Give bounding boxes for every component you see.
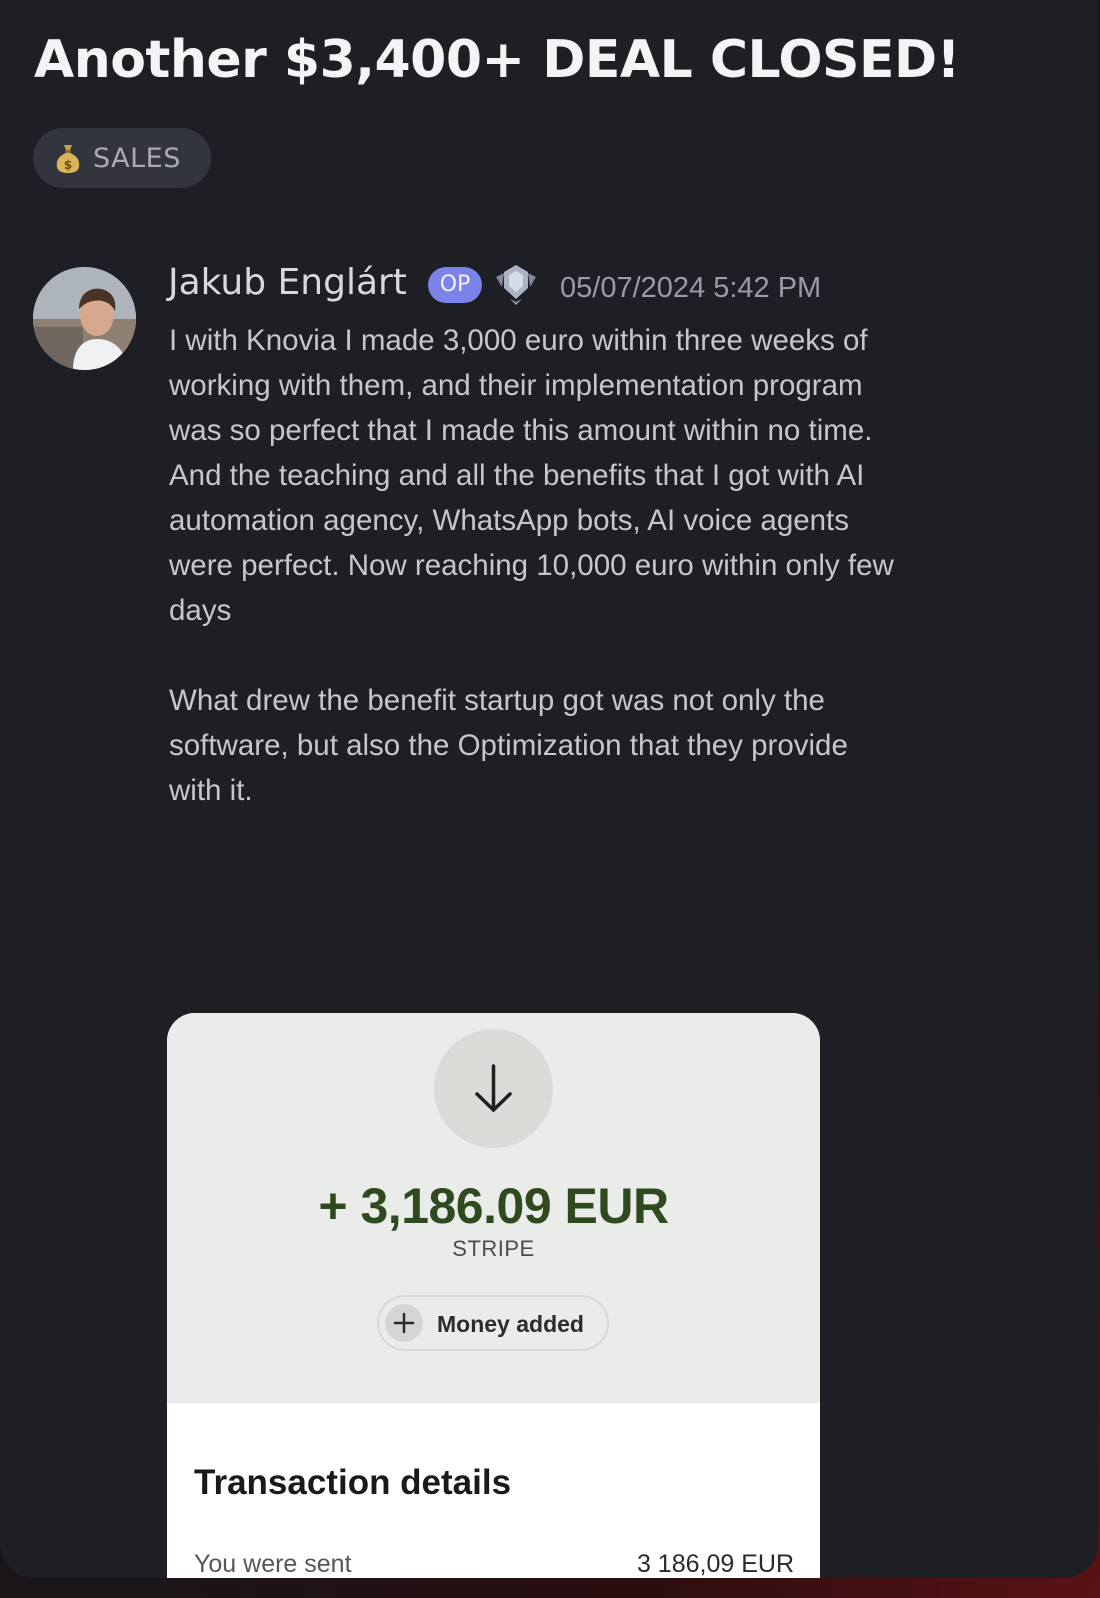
forum-thread-panel: Another $3,400+ DEAL CLOSED! $ SALES Jak…: [0, 0, 1098, 1578]
tag-sales[interactable]: $ SALES: [33, 128, 211, 188]
post-timestamp: 05/07/2024 5:42 PM: [560, 272, 822, 304]
money-added-label: Money added: [437, 1311, 584, 1337]
money-added-badge: Money added: [377, 1295, 609, 1351]
receipt-source: STRIPE: [452, 1236, 535, 1261]
svg-text:$: $: [64, 158, 72, 172]
message-body: I with Knovia I made 3,000 euro within t…: [169, 318, 969, 813]
detail-row-value: 3 186,09 EUR: [636, 1550, 794, 1578]
author-name[interactable]: Jakub Englárt: [168, 262, 407, 303]
detail-row-label: You were sent: [194, 1550, 352, 1578]
transaction-details-title: Transaction details: [194, 1463, 512, 1502]
message-paragraph: I with Knovia I made 3,000 euro within t…: [169, 324, 894, 627]
arrow-down-icon: [434, 1029, 553, 1148]
receipt-summary: + 3,186.09 EUR STRIPE Money added: [167, 1013, 820, 1403]
plus-icon: [385, 1304, 423, 1342]
author-avatar[interactable]: [33, 267, 136, 370]
rank-emblem-icon: [492, 261, 540, 309]
receipt-amount: + 3,186.09 EUR: [318, 1178, 669, 1234]
tag-label: SALES: [93, 142, 181, 174]
thread-title: Another $3,400+ DEAL CLOSED!: [34, 30, 960, 90]
op-badge: OP: [428, 267, 482, 303]
money-bag-icon: $: [55, 142, 81, 174]
attachment-receipt-image[interactable]: + 3,186.09 EUR STRIPE Money added Transa…: [167, 1013, 820, 1578]
message-paragraph: What drew the benefit startup got was no…: [169, 684, 848, 807]
